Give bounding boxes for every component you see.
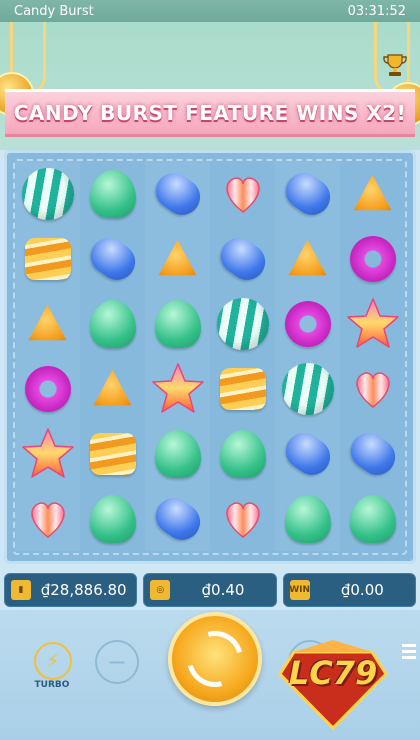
caramel-candy-icon (24, 237, 71, 280)
grid-cell (210, 356, 275, 421)
bean-candy-icon (278, 425, 337, 482)
trophy-icon[interactable] (382, 52, 408, 78)
lightning-icon: ⚡ (46, 650, 60, 672)
turbo-button[interactable]: ⚡ (34, 642, 72, 680)
grid-cell (340, 161, 405, 226)
grid-cell (80, 421, 145, 486)
grid-cell (275, 226, 340, 291)
tri-candy-icon (353, 174, 392, 211)
feature-banner: CANDY BURST FEATURE WINS X2! (5, 89, 415, 137)
grid-cell (275, 356, 340, 421)
donut-candy-icon (349, 235, 396, 282)
coins-icon: ◎ (150, 580, 171, 600)
grid-cell (15, 161, 80, 226)
grid-cell (210, 161, 275, 226)
grid-cell (275, 421, 340, 486)
bet-panel[interactable]: ◎ ₫0.40 (143, 573, 277, 607)
grid-cell (80, 226, 145, 291)
symbol-grid (15, 161, 405, 551)
gum-candy-icon (89, 169, 136, 218)
ball-candy-icon (281, 362, 334, 415)
grid-cell (80, 161, 145, 226)
grid-cell (145, 486, 210, 551)
grid-cell (15, 226, 80, 291)
star-candy-icon (20, 426, 76, 482)
grid-cell (340, 356, 405, 421)
grid-cell (210, 291, 275, 356)
grid-cell (210, 421, 275, 486)
win-panel: WIN ₫0.00 (282, 573, 416, 607)
gum-candy-icon (284, 494, 331, 543)
grid-cell (145, 421, 210, 486)
ball-candy-icon (21, 167, 74, 220)
heart-candy-icon (351, 367, 395, 411)
decrease-bet-button[interactable]: − (95, 640, 139, 684)
grid-cell (275, 161, 340, 226)
bean-candy-icon (148, 490, 207, 547)
logo-text: LC79 (288, 654, 378, 692)
grid-cell (275, 486, 340, 551)
grid-cell (340, 486, 405, 551)
gum-candy-icon (89, 494, 136, 543)
balance-value: ₫28,886.80 (40, 581, 127, 599)
bean-candy-icon (83, 230, 142, 287)
window-title: Candy Burst (14, 3, 94, 19)
spin-button[interactable] (168, 612, 262, 706)
status-bar: Candy Burst 03:31:52 (0, 0, 420, 22)
grid-cell (145, 226, 210, 291)
star-candy-icon (345, 296, 401, 352)
grid-cell (275, 291, 340, 356)
caramel-candy-icon (219, 367, 266, 410)
gum-candy-icon (89, 299, 136, 348)
grid-cell (15, 421, 80, 486)
donut-candy-icon (284, 300, 331, 347)
heart-candy-icon (221, 497, 265, 541)
bet-value: ₫0.40 (201, 581, 245, 599)
bean-candy-icon (148, 165, 207, 222)
tri-candy-icon (93, 369, 132, 406)
tri-candy-icon (158, 239, 197, 276)
grid-cell (145, 291, 210, 356)
tri-candy-icon (288, 239, 327, 276)
bean-candy-icon (278, 165, 337, 222)
bean-candy-icon (213, 230, 272, 287)
win-icon: WIN (289, 580, 310, 600)
grid-cell (340, 421, 405, 486)
grid-cell (15, 486, 80, 551)
tri-candy-icon (28, 304, 67, 341)
grid-cell (340, 226, 405, 291)
caramel-candy-icon (89, 432, 136, 475)
grid-cell (210, 226, 275, 291)
heart-candy-icon (26, 497, 70, 541)
clock: 03:31:52 (347, 3, 406, 19)
refresh-icon (176, 620, 254, 698)
grid-cell (15, 356, 80, 421)
gum-candy-icon (349, 494, 396, 543)
grid-cell (340, 291, 405, 356)
grid-cell (15, 291, 80, 356)
balance-panel: ▮ ₫28,886.80 (4, 573, 138, 607)
wallet-icon: ▮ (11, 580, 31, 600)
grid-cell (210, 486, 275, 551)
win-value: ₫0.00 (340, 581, 384, 599)
grid-cell (145, 356, 210, 421)
grid-cell (80, 356, 145, 421)
menu-icon[interactable] (402, 644, 416, 659)
bean-candy-icon (343, 425, 402, 482)
grid-cell (145, 161, 210, 226)
logo: LC79 (274, 632, 392, 731)
star-candy-icon (150, 361, 206, 417)
grid-cell (80, 486, 145, 551)
gum-candy-icon (154, 429, 201, 478)
info-bar: ▮ ₫28,886.80 ◎ ₫0.40 WIN ₫0.00 (4, 573, 416, 607)
gum-candy-icon (219, 429, 266, 478)
ball-candy-icon (216, 297, 269, 350)
heart-candy-icon (221, 172, 265, 216)
grid-cell (80, 291, 145, 356)
game-board (4, 150, 416, 564)
control-panel: ⚡ TURBO − + LC79 (0, 610, 420, 740)
turbo-label: TURBO (34, 680, 70, 690)
gum-candy-icon (154, 299, 201, 348)
donut-candy-icon (24, 365, 71, 412)
